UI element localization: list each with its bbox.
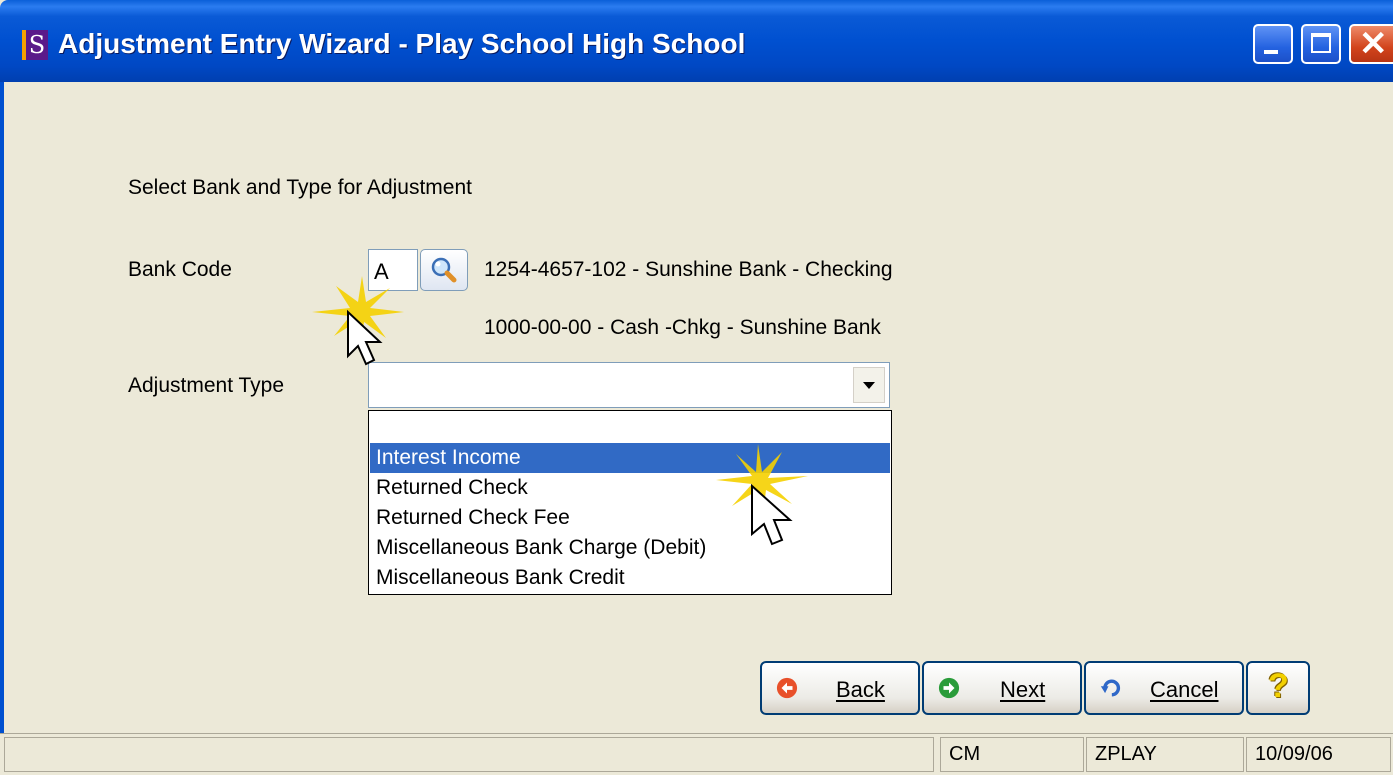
window-title: Adjustment Entry Wizard - Play School Hi… xyxy=(58,28,746,59)
app-icon[interactable]: S xyxy=(22,30,48,60)
status-panel-message xyxy=(4,737,934,772)
next-button[interactable]: Next xyxy=(922,661,1082,715)
window-frame-left xyxy=(0,82,4,775)
wizard-heading: Select Bank and Type for Adjustment xyxy=(128,176,472,199)
bank-code-label: Bank Code xyxy=(128,258,232,281)
bank-description: 1254-4657-102 - Sunshine Bank - Checking xyxy=(484,258,893,281)
status-panel-date: 10/09/06 xyxy=(1246,737,1391,772)
dropdown-option-misc-bank-credit[interactable]: Miscellaneous Bank Credit xyxy=(370,563,890,593)
dropdown-arrow-button[interactable] xyxy=(853,367,885,403)
close-icon: ✕ xyxy=(1359,25,1388,63)
status-panel-company: ZPLAY xyxy=(1086,737,1244,772)
cursor-highlight-icon xyxy=(312,276,404,366)
adjustment-type-label: Adjustment Type xyxy=(128,374,285,397)
minimize-button[interactable] xyxy=(1253,24,1293,64)
next-button-label: Next xyxy=(1000,677,1046,702)
cancel-button-label: Cancel xyxy=(1150,677,1219,702)
back-arrow-icon xyxy=(776,677,798,699)
bank-lookup-button[interactable] xyxy=(420,249,468,291)
wizard-window: S Adjustment Entry Wizard - Play School … xyxy=(0,0,1393,775)
cancel-button[interactable]: Cancel xyxy=(1084,661,1244,715)
question-mark-icon: ? xyxy=(1268,667,1289,705)
undo-icon xyxy=(1100,679,1121,697)
magnifier-icon xyxy=(431,257,457,283)
close-button[interactable]: ✕ xyxy=(1349,24,1393,64)
next-arrow-icon xyxy=(938,677,960,699)
gl-account-description: 1000-00-00 - Cash -Chkg - Sunshine Bank xyxy=(484,316,881,339)
adjustment-type-select[interactable] xyxy=(368,362,890,408)
maximize-button[interactable] xyxy=(1301,24,1341,64)
maximize-icon xyxy=(1311,33,1331,53)
back-button[interactable]: Back xyxy=(760,661,920,715)
dropdown-option-blank[interactable] xyxy=(370,413,890,443)
chevron-down-icon xyxy=(863,382,875,389)
minimize-icon xyxy=(1264,50,1278,54)
title-bar[interactable]: S Adjustment Entry Wizard - Play School … xyxy=(0,0,1393,82)
status-panel-module: CM xyxy=(940,737,1084,772)
help-button[interactable]: ? xyxy=(1246,661,1310,715)
cursor-highlight-icon xyxy=(716,444,808,546)
back-button-label: Back xyxy=(836,677,885,702)
